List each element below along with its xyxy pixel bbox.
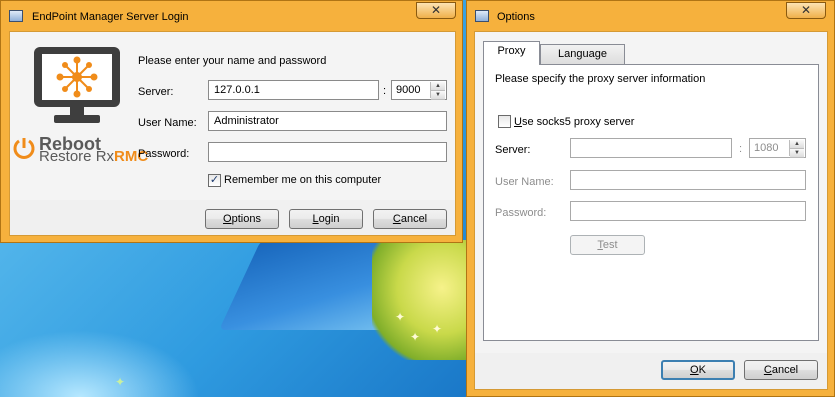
tab-proxy[interactable]: Proxy — [483, 41, 540, 65]
proxy-password-input[interactable] — [570, 201, 806, 221]
close-button[interactable]: ✕ — [786, 2, 826, 19]
wallpaper-glow — [0, 330, 200, 397]
ok-button-label: K — [698, 364, 706, 376]
username-label: User Name: — [138, 117, 197, 129]
port-spin-buttons[interactable]: ▲ ▼ — [430, 82, 445, 100]
window-icon — [475, 10, 489, 22]
login-client-area: Reboot Restore RxRMC Please enter your n… — [9, 31, 456, 236]
username-input[interactable]: Administrator — [208, 111, 447, 131]
login-window: EndPoint Manager Server Login ✕ Reboot R… — [0, 0, 463, 243]
remember-checkbox[interactable]: ✓ — [208, 174, 221, 187]
proxy-tab-page: Please specify the proxy server informat… — [483, 64, 819, 341]
close-icon: ✕ — [800, 3, 812, 17]
password-input[interactable] — [208, 142, 447, 162]
wallpaper-flower: ✦ — [410, 330, 421, 344]
options-button[interactable]: Options — [205, 209, 279, 229]
power-icon — [13, 138, 35, 159]
options-cancel-button[interactable]: Cancel — [744, 360, 818, 380]
socks5-checkbox[interactable] — [498, 115, 511, 128]
spin-down-icon[interactable]: ▼ — [790, 149, 804, 158]
tab-language[interactable]: Language — [540, 44, 625, 65]
login-window-title: EndPoint Manager Server Login — [32, 11, 189, 23]
login-button-label: ogin — [318, 213, 340, 225]
options-client-area: Proxy Language Please specify the proxy … — [474, 31, 828, 390]
options-button-label: ptions — [231, 213, 261, 225]
check-mark-icon: ✓ — [209, 174, 220, 186]
spin-down-icon[interactable]: ▼ — [431, 91, 445, 100]
spin-up-icon[interactable]: ▲ — [431, 82, 445, 91]
remember-label[interactable]: Remember me on this computer — [224, 174, 381, 186]
proxy-server-input[interactable] — [570, 138, 732, 158]
window-icon — [9, 10, 23, 22]
port-stepper[interactable]: 9000 ▲ ▼ — [391, 80, 447, 100]
cancel-button-label: ancel — [400, 213, 428, 225]
wallpaper-flower: ✦ — [432, 322, 443, 336]
close-icon: ✕ — [430, 3, 442, 17]
proxy-password-label: Password: — [495, 207, 547, 219]
options-window: Options ✕ Proxy Language Please specify … — [466, 0, 835, 397]
proxy-port-stepper[interactable]: 1080 ▲ ▼ — [749, 138, 806, 158]
proxy-description: Please specify the proxy server informat… — [495, 73, 706, 85]
proxy-username-input[interactable] — [570, 170, 806, 190]
ok-button[interactable]: OK — [661, 360, 735, 380]
password-label: Password: — [138, 148, 190, 160]
server-label: Server: — [138, 86, 174, 98]
options-titlebar[interactable]: Options ✕ — [467, 1, 834, 31]
cancel-button[interactable]: Cancel — [373, 209, 447, 229]
close-button[interactable]: ✕ — [416, 2, 456, 19]
monitor-network-icon — [34, 47, 120, 123]
options-cancel-label: ancel — [771, 364, 799, 376]
proxy-port-spin-buttons[interactable]: ▲ ▼ — [789, 140, 804, 158]
wallpaper-flower: ✦ — [115, 375, 126, 389]
login-button[interactable]: Login — [289, 209, 363, 229]
test-button-label: est — [602, 239, 618, 251]
port-separator: : — [383, 85, 387, 97]
spin-up-icon[interactable]: ▲ — [790, 140, 804, 149]
wallpaper-grass — [372, 240, 472, 360]
logo-text-restore: Restore RxRMC — [39, 148, 149, 165]
server-input[interactable]: 127.0.0.1 — [208, 80, 379, 100]
login-titlebar[interactable]: EndPoint Manager Server Login ✕ — [1, 1, 462, 31]
port-value: 9000 — [396, 84, 421, 96]
wallpaper-flower: ✦ — [395, 310, 406, 324]
proxy-username-label: User Name: — [495, 176, 554, 188]
proxy-port-value: 1080 — [754, 142, 779, 154]
login-prompt: Please enter your name and password — [138, 55, 327, 67]
proxy-server-label: Server: — [495, 144, 531, 156]
options-window-title: Options — [497, 11, 535, 23]
test-button[interactable]: Test — [570, 235, 645, 255]
socks5-label[interactable]: Use socks5 proxy server — [514, 116, 634, 128]
proxy-port-separator: : — [739, 143, 743, 155]
